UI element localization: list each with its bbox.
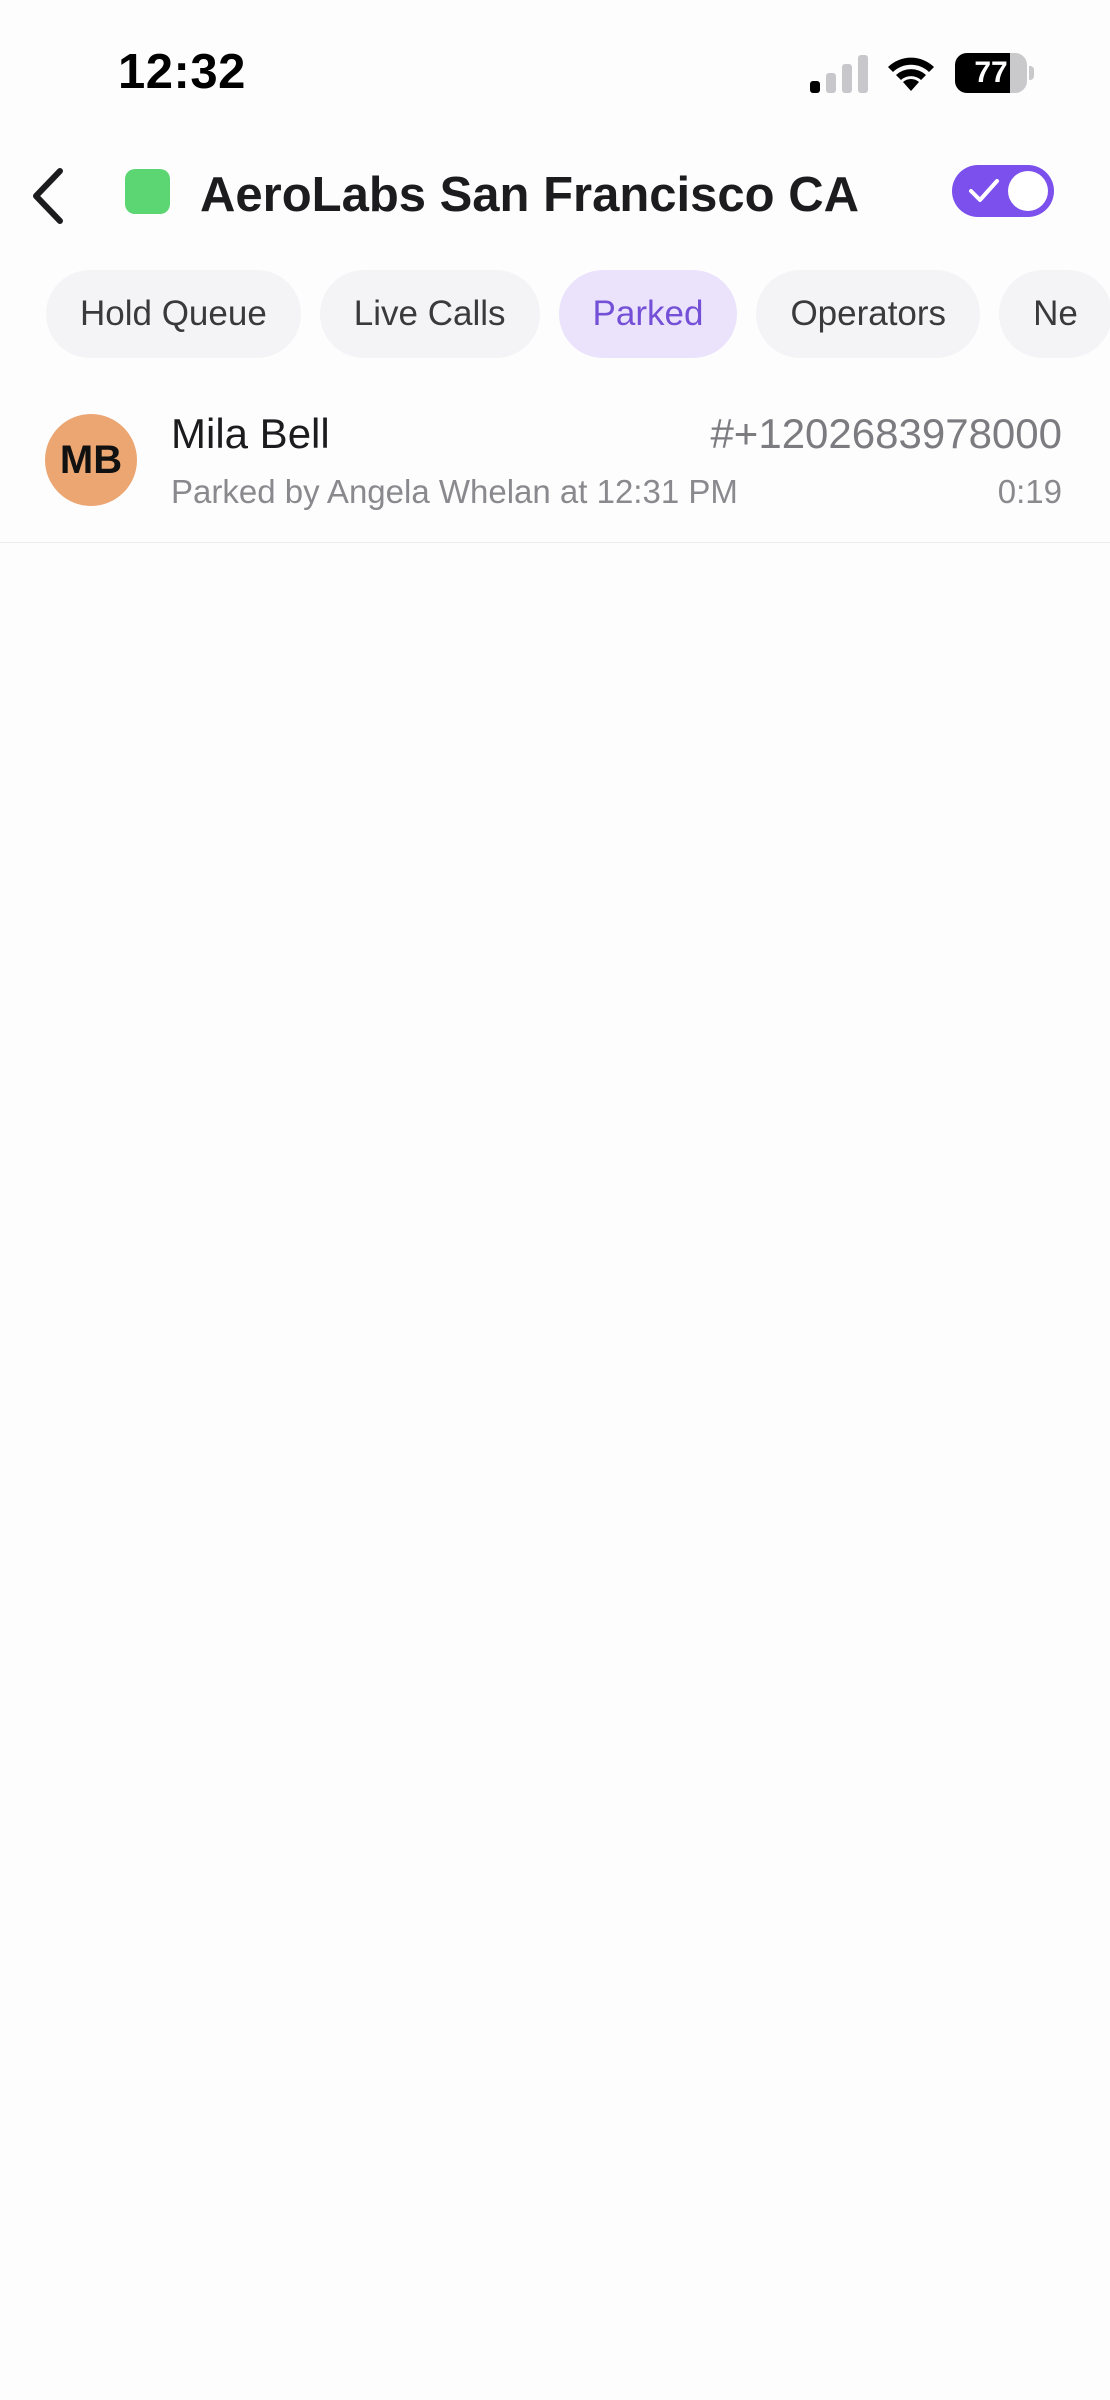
list-item[interactable]: MB Mila Bell #+1202683978000 Parked by A… xyxy=(0,374,1110,543)
parked-by-text: Parked by Angela Whelan at 12:31 PM xyxy=(171,473,738,510)
caller-name: Mila Bell xyxy=(171,410,330,457)
header: AeroLabs San Francisco CA xyxy=(0,140,1110,260)
back-button[interactable] xyxy=(18,156,78,236)
cellular-signal-icon xyxy=(810,55,868,93)
signal-bar xyxy=(810,81,820,93)
wifi-icon xyxy=(888,57,934,91)
status-indicator xyxy=(125,169,170,214)
status-time: 12:32 xyxy=(118,45,246,99)
signal-bar xyxy=(858,55,868,93)
signal-bar xyxy=(826,73,836,93)
avatar: MB xyxy=(45,414,137,506)
tab-next[interactable]: Ne xyxy=(999,270,1110,358)
tab-bar: Hold Queue Live Calls Parked Operators N… xyxy=(0,270,1110,358)
park-duration: 0:19 xyxy=(997,473,1062,510)
battery-level: 77 xyxy=(974,56,1008,89)
tab-parked[interactable]: Parked xyxy=(558,270,738,358)
tab-hold-queue[interactable]: Hold Queue xyxy=(46,270,301,358)
chevron-left-icon xyxy=(33,168,63,224)
tab-live-calls[interactable]: Live Calls xyxy=(319,270,540,358)
toggle-knob xyxy=(1008,171,1048,211)
status-bar: 12:32 77 xyxy=(0,0,1110,140)
battery-tip xyxy=(1029,66,1034,80)
battery-body: 77 xyxy=(955,53,1027,93)
tab-operators[interactable]: Operators xyxy=(756,270,981,358)
checkmark-icon xyxy=(969,179,999,202)
parked-calls-list: MB Mila Bell #+1202683978000 Parked by A… xyxy=(0,374,1110,543)
availability-toggle[interactable] xyxy=(952,165,1054,217)
screen: 12:32 77 AeroLabs San Francisco CA Hold … xyxy=(0,0,1110,2400)
caller-number: #+1202683978000 xyxy=(710,410,1062,457)
page-title: AeroLabs San Francisco CA xyxy=(200,168,859,222)
signal-bar xyxy=(842,64,852,93)
battery-icon: 77 xyxy=(955,53,1035,93)
